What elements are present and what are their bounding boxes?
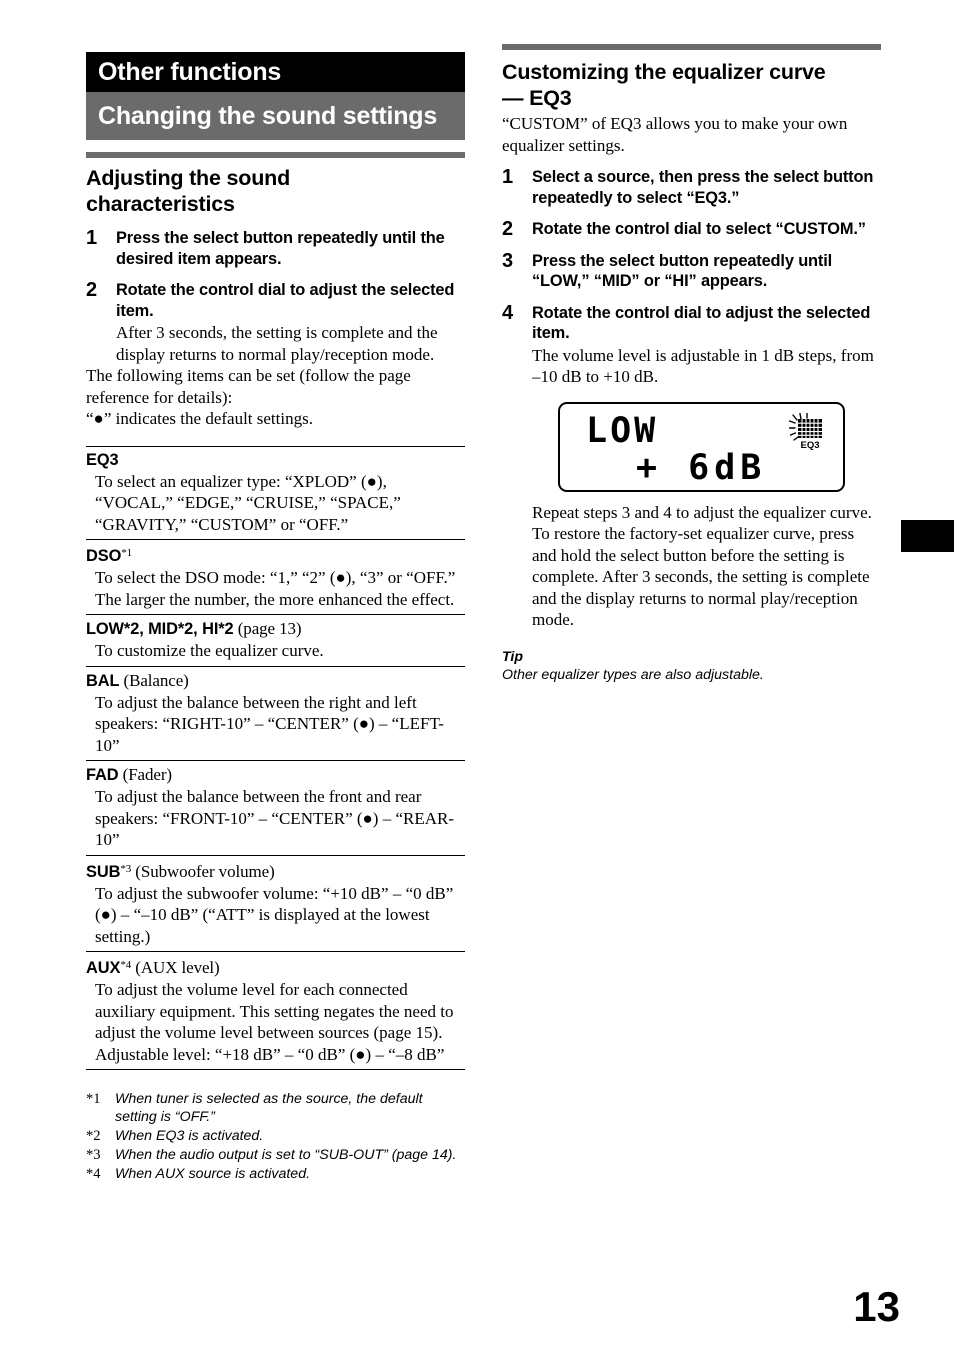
setting-item-sub: SUB*3 (Subwoofer volume) To adjust the s…: [86, 856, 465, 952]
setting-label-suffix: (page 13): [233, 619, 302, 638]
items-intro-text: The following items can be set (follow t…: [86, 366, 411, 407]
footnote-ref: *1: [121, 547, 133, 559]
default-marker-note: “●” indicates the default settings.: [86, 409, 313, 428]
page-title-line1: Adjusting the sound: [86, 166, 291, 190]
footnote-mark: *4: [86, 1166, 101, 1182]
page-title-line2: characteristics: [86, 192, 235, 216]
eq3-step-1: 1 Select a source, then press the select…: [502, 166, 881, 208]
setting-item-low-mid-hi: LOW*2, MID*2, HI*2 (page 13) To customiz…: [86, 615, 465, 667]
footnote-list: *1 When tuner is selected as the source,…: [86, 1090, 465, 1183]
lcd-line-1: LOW: [586, 410, 659, 451]
eq3-step-2: 2 Rotate the control dial to select “CUS…: [502, 218, 881, 240]
page-title: Adjusting the sound characteristics: [86, 165, 465, 217]
step-number: 3: [502, 249, 514, 272]
setting-label-suffix: (Subwoofer volume): [131, 861, 275, 881]
step-1: 1 Press the select button repeatedly unt…: [86, 227, 465, 269]
setting-description: To adjust the balance between the right …: [95, 692, 444, 755]
step-heading: Press the select button repeatedly until…: [116, 229, 445, 268]
eq3-step-3: 3 Press the select button repeatedly unt…: [502, 249, 881, 292]
setting-item-dso: DSO*1 To select the DSO mode: “1,” “2” (…: [86, 540, 465, 615]
footnote-1: *1 When tuner is selected as the source,…: [86, 1090, 465, 1126]
footnote-4: *4 When AUX source is activated.: [86, 1165, 465, 1183]
footnote-mark: *1: [86, 1091, 101, 1107]
step-number: 2: [502, 218, 514, 240]
setting-description: To adjust the balance between the front …: [95, 787, 455, 849]
footnote-text: When tuner is selected as the source, th…: [115, 1091, 423, 1125]
setting-item-bal: BAL (Balance) To adjust the balance betw…: [86, 667, 465, 761]
lcd-panel: LOW + 6dB EQ3: [558, 401, 845, 492]
footnote-ref: *3: [120, 862, 132, 875]
footnote-2: *2 When EQ3 is activated.: [86, 1127, 465, 1145]
setting-description: To select the DSO mode: “1,” “2” (●), “3…: [95, 568, 456, 609]
step-2: 2 Rotate the control dial to adjust the …: [86, 279, 465, 365]
setting-item-aux: AUX*4 (AUX level) To adjust the volume l…: [86, 952, 465, 1070]
setting-label: AUX*4 (AUX level): [86, 958, 220, 977]
setting-label: BAL (Balance): [86, 670, 189, 690]
setting-description: To adjust the subwoofer volume: “+10 dB”…: [95, 883, 454, 946]
items-intro: The following items can be set (follow t…: [86, 365, 465, 430]
settings-item-list: EQ3 To select an equalizer type: “XPLOD”…: [86, 445, 465, 1070]
step-heading: Rotate the control dial to adjust the se…: [116, 281, 455, 320]
setting-description: To adjust the volume level for each conn…: [95, 980, 454, 1064]
footnote-mark: *2: [86, 1128, 101, 1144]
right-intro-paragraph: “CUSTOM” of EQ3 allows you to make your …: [502, 114, 848, 155]
step-number: 1: [502, 166, 514, 188]
footnote-mark: *3: [86, 1147, 101, 1163]
footnote-text: When EQ3 is activated.: [115, 1128, 264, 1144]
column-top-rule: [502, 44, 881, 50]
lcd-line-2: + 6dB: [636, 447, 767, 488]
footnote-text: When AUX source is activated.: [115, 1166, 311, 1182]
setting-label-suffix: (Fader): [118, 765, 172, 784]
footnote-ref: *4: [120, 959, 132, 971]
right-section-title: Customizing the equalizer curve — EQ3: [502, 59, 881, 111]
right-column: Customizing the equalizer curve — EQ3 “C…: [502, 44, 881, 684]
chapter-banner: Other functions: [86, 52, 465, 92]
setting-label: FAD (Fader): [86, 765, 172, 784]
setting-label: SUB*3 (Subwoofer volume): [86, 861, 275, 881]
setting-item-fad: FAD (Fader) To adjust the balance betwee…: [86, 761, 465, 856]
tip-heading: Tip: [502, 648, 524, 665]
step-body: The volume level is adjustable in 1 dB s…: [532, 345, 874, 387]
page-number: 13: [853, 1283, 900, 1330]
step-heading: Select a source, then press the select b…: [532, 168, 874, 207]
step-heading: Rotate the control dial to adjust the se…: [532, 303, 871, 343]
step-number: 2: [86, 279, 98, 301]
section-divider-rule: [86, 152, 465, 158]
eq3-indicator-label: EQ3: [800, 440, 819, 451]
step-number: 1: [86, 227, 98, 249]
step-heading: Rotate the control dial to select “CUSTO…: [532, 220, 866, 238]
footnote-text: When the audio output is set to “SUB-OUT…: [115, 1147, 457, 1163]
setting-description: To customize the equalizer curve.: [95, 641, 324, 660]
manual-page: Other functions Changing the sound setti…: [0, 0, 954, 1352]
step-body: After 3 seconds, the setting is complete…: [116, 323, 438, 364]
step-heading: Press the select button repeatedly until…: [532, 251, 833, 291]
setting-label: DSO*1: [86, 547, 133, 565]
left-column: Other functions Changing the sound setti…: [86, 52, 465, 1184]
setting-label-suffix: (Balance): [119, 670, 189, 690]
setting-description: To select an equalizer type: “XPLOD” (●)…: [95, 471, 401, 534]
setting-item-eq3: EQ3 To select an equalizer type: “XPLOD”…: [86, 447, 465, 540]
after-lcd-paragraph: Repeat steps 3 and 4 to adjust the equal…: [532, 502, 872, 630]
setting-label: EQ3: [86, 450, 119, 469]
right-section-title-line1: Customizing the equalizer curve: [502, 60, 826, 84]
setting-label: LOW*2, MID*2, HI*2 (page 13): [86, 619, 302, 638]
tip-text: Other equalizer types are also adjustabl…: [502, 666, 764, 683]
lcd-illustration: LOW + 6dB EQ3: [558, 401, 881, 492]
step-number: 4: [502, 301, 514, 324]
eq3-step-4: 4 Rotate the control dial to adjust the …: [502, 301, 881, 631]
section-banner: Changing the sound settings: [86, 92, 465, 140]
setting-label-suffix: (AUX level): [131, 958, 220, 977]
page-edge-tab-marker: [901, 520, 954, 552]
right-section-title-line2: — EQ3: [502, 86, 572, 110]
eq3-indicator-icon: EQ3: [789, 412, 822, 451]
footnote-3: *3 When the audio output is set to “SUB-…: [86, 1146, 465, 1164]
